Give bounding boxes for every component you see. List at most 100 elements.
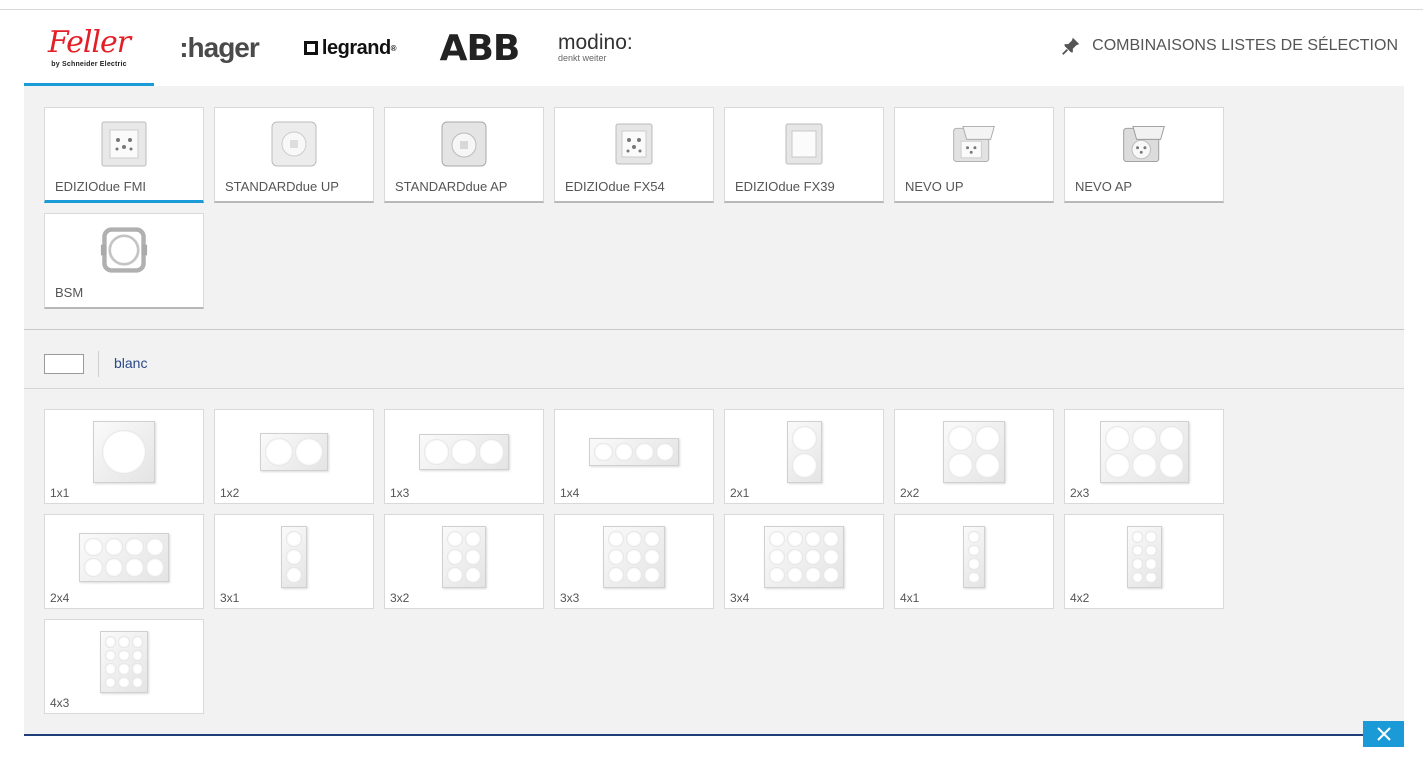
frame-slot [447,549,463,565]
frame-slot [447,567,463,583]
product-card-ediziodue-fmi[interactable]: EDIZIOdue FMI [44,107,204,203]
frame-slot [823,567,839,583]
frame-slot [594,442,613,462]
frame-slot [644,567,660,583]
frame-card-1x1[interactable]: 1x1 [44,409,204,504]
combination-lists-label: COMBINAISONS LISTES DE SÉLECTION [1092,37,1398,54]
frame-slot [968,531,980,543]
product-card-standarddue-up[interactable]: STANDARDdue UP [214,107,374,203]
frame-card-4x3[interactable]: 4x3 [44,619,204,714]
frame-plate [281,526,307,588]
frame-slot [608,531,624,547]
frame-slot [805,567,821,583]
frame-image [45,630,203,694]
frame-slot [655,442,674,462]
frame-slot [1145,571,1157,583]
frame-slot [424,439,450,465]
frame-card-3x4[interactable]: 3x4 [724,514,884,609]
product-label: NEVO AP [1075,179,1133,194]
brand-tab-legrand[interactable]: legrand ® [300,10,400,86]
frame-card-2x3[interactable]: 2x3 [1064,409,1224,504]
frame-image [1065,525,1223,589]
frame-slot [447,531,463,547]
frame-card-2x4[interactable]: 2x4 [44,514,204,609]
frame-slot [104,558,123,577]
frame-slot [265,438,293,466]
product-label: STANDARDdue UP [225,179,339,194]
feller-logo-sub: by Schneider Electric [51,60,127,68]
combination-lists-link[interactable]: COMBINAISONS LISTES DE SÉLECTION [1060,10,1398,82]
frame-card-3x3[interactable]: 3x3 [554,514,714,609]
frame-slot [118,649,130,661]
product-card-ediziodue-fx54[interactable]: EDIZIOdue FX54 [554,107,714,203]
frame-plate [419,434,509,470]
frame-image [895,525,1053,589]
frame-slot [465,549,481,565]
brand-tab-modino[interactable]: modino: denkt weiter [558,10,658,86]
frame-slot [823,549,839,565]
frame-slot [286,549,302,565]
frame-card-1x3[interactable]: 1x3 [384,409,544,504]
frame-image [385,525,543,589]
frame-plate [786,421,822,483]
frame-card-1x2[interactable]: 1x2 [214,409,374,504]
modino-logo-sub: denkt weiter [558,53,607,63]
product-card-standarddue-ap[interactable]: STANDARDdue AP [384,107,544,203]
frame-slot [102,430,146,474]
frame-card-4x2[interactable]: 4x2 [1064,514,1224,609]
frame-slot [1145,531,1157,543]
frame-slot [769,549,785,565]
frame-label: 1x3 [390,486,410,500]
frame-label: 3x4 [730,591,750,605]
frame-slot [805,531,821,547]
close-button[interactable] [1363,721,1404,747]
frame-slot [125,558,144,577]
socket-image [1120,120,1168,168]
frame-slot [769,567,785,583]
product-card-bsm[interactable]: BSM [44,213,204,309]
frame-slot [451,439,477,465]
frame-plate [93,421,155,483]
product-label: EDIZIOdue FX39 [735,179,835,194]
frame-label: 4x2 [1070,591,1090,605]
product-label: EDIZIOdue FX54 [565,179,665,194]
frame-card-2x2[interactable]: 2x2 [894,409,1054,504]
frame-slot [84,558,103,577]
frame-slot [104,537,123,556]
product-card-ediziodue-fx39[interactable]: EDIZIOdue FX39 [724,107,884,203]
frame-card-3x1[interactable]: 3x1 [214,514,374,609]
product-card-nevo-up[interactable]: NEVO UP [894,107,1054,203]
legrand-logo-mark [303,41,318,55]
color-swatch-white[interactable] [44,354,84,374]
frame-slot [465,531,481,547]
frame-card-1x4[interactable]: 1x4 [554,409,714,504]
frame-slot [131,636,144,648]
pin-icon [1062,37,1080,55]
frame-slot [975,453,1000,478]
brand-tab-feller[interactable]: Feller by Schneider Electric [24,10,154,86]
brand-tab-hager[interactable]: :hager [169,10,269,86]
frame-slot [1131,453,1157,478]
brand-tab-abb[interactable]: ABB [432,10,527,86]
legrand-registered-mark: ® [390,43,397,53]
product-card-nevo-ap[interactable]: NEVO AP [1064,107,1224,203]
frame-image [45,420,203,484]
frame-slot [478,439,504,465]
frame-image [45,525,203,589]
frame-plate [99,631,149,693]
color-divider [98,351,99,377]
feller-logo: Feller [47,24,131,60]
frame-label: 3x2 [390,591,410,605]
frame-card-3x2[interactable]: 3x2 [384,514,544,609]
frame-plate [442,526,486,588]
color-name-link[interactable]: blanc [114,355,147,371]
switch-image [270,120,318,168]
frame-label: 3x3 [560,591,580,605]
frame-card-4x1[interactable]: 4x1 [894,514,1054,609]
frame-image [895,420,1053,484]
frame-slot [1131,531,1143,543]
product-label: NEVO UP [905,179,964,194]
frame-slot [465,567,481,583]
frame-card-2x1[interactable]: 2x1 [724,409,884,504]
frame-slot [608,567,624,583]
